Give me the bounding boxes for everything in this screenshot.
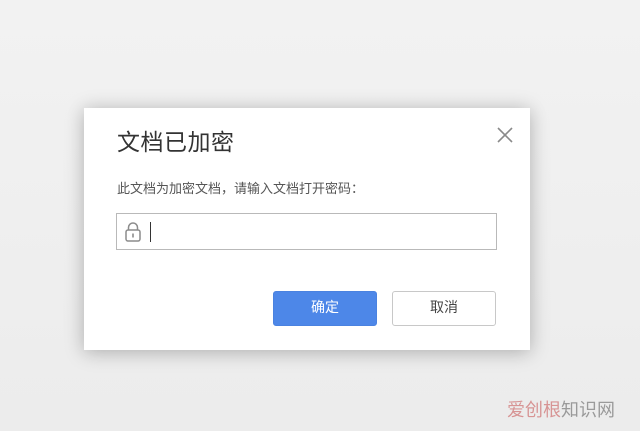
ok-button[interactable]: 确定 [273,291,377,326]
watermark-accent-text: 爱创根 [507,400,561,421]
close-button[interactable] [494,124,516,146]
site-watermark: 爱创根知识网 [507,399,615,423]
dialog-message: 此文档为加密文档，请输入文档打开密码： [117,182,365,197]
watermark-rest-text: 知识网 [561,400,615,421]
dialog-title: 文档已加密 [117,130,235,156]
cancel-button[interactable]: 取消 [392,291,496,326]
password-input[interactable] [148,218,488,245]
password-dialog: 文档已加密 此文档为加密文档，请输入文档打开密码： 确定 取消 [84,108,530,350]
lock-icon [122,220,144,244]
password-field[interactable] [116,213,497,250]
close-icon [497,127,513,143]
text-caret [150,222,151,242]
